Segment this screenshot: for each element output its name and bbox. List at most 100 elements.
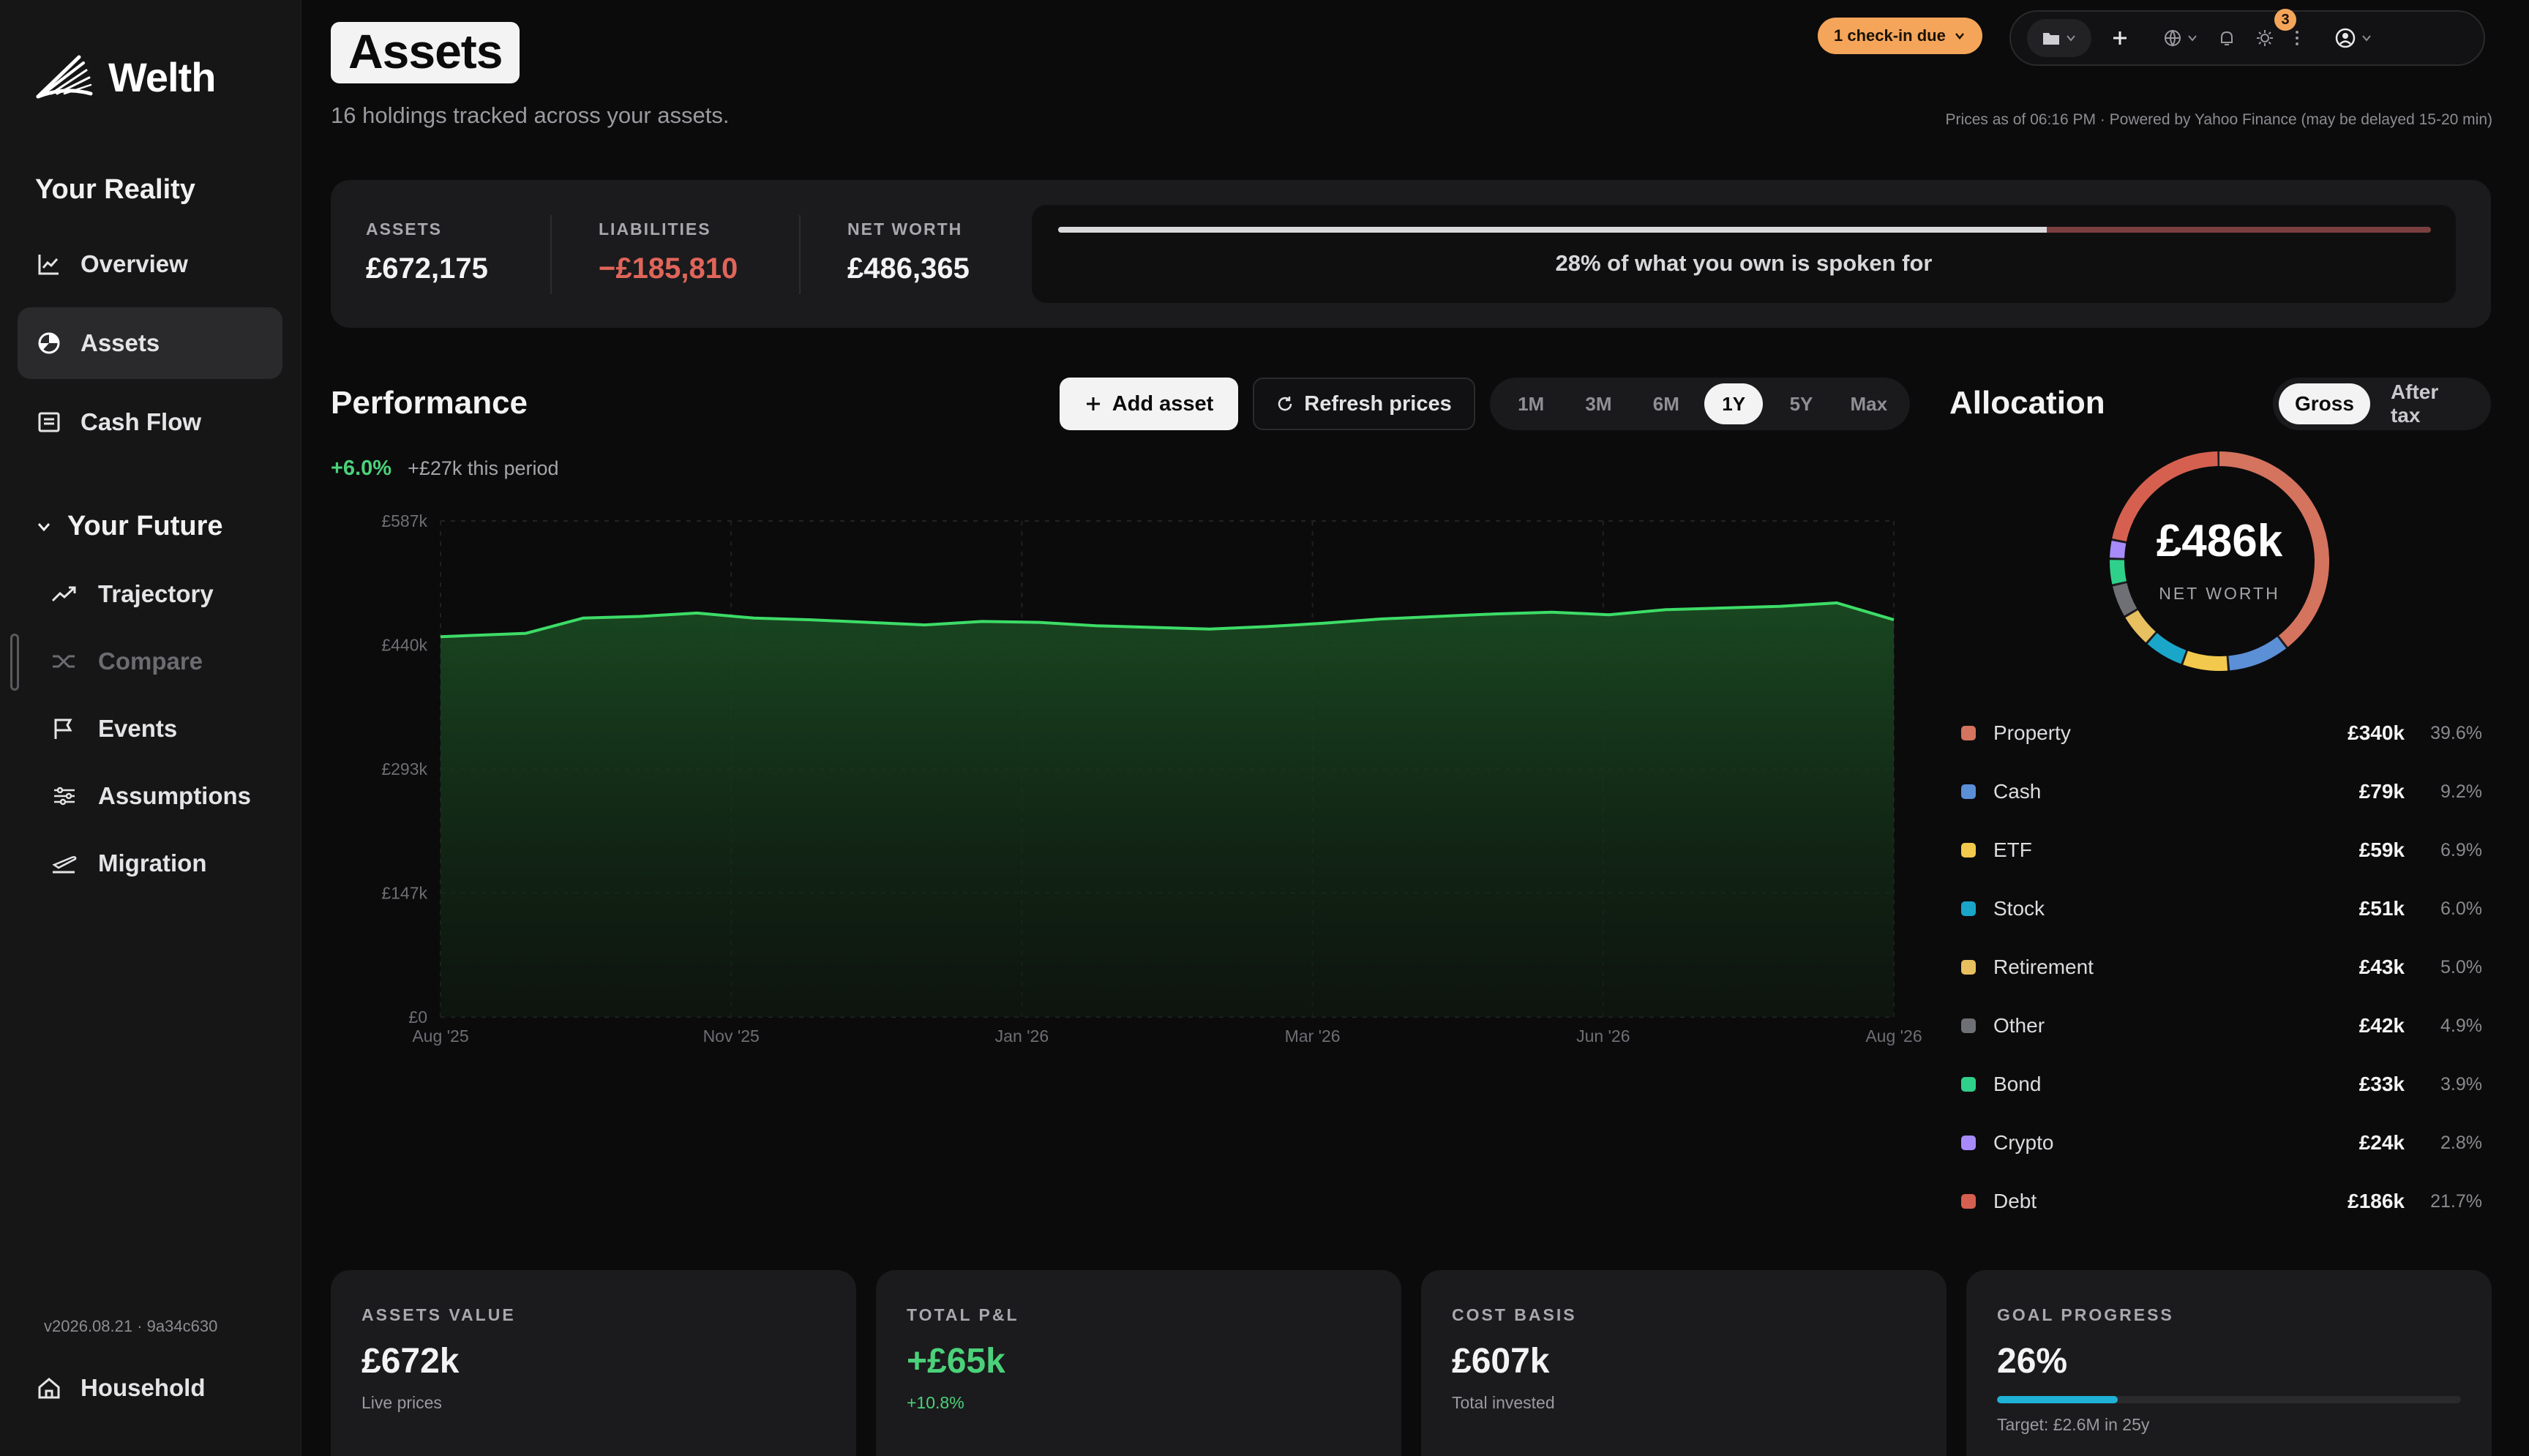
sidebar-item-overview[interactable]: Overview xyxy=(18,228,282,300)
legend-row-property[interactable]: Property £340k 39.6% xyxy=(1961,704,2482,762)
card-cost-basis: COST BASIS £607k Total invested xyxy=(1421,1270,1947,1456)
legend-percent: 21.7% xyxy=(2430,1190,2482,1212)
card-value: +£65k xyxy=(907,1342,1005,1381)
card-label: GOAL PROGRESS xyxy=(1997,1305,2174,1324)
folder-icon xyxy=(2043,33,2059,45)
checkin-due-button[interactable]: 1 check-in due xyxy=(1818,18,1982,54)
section-toggle-your-future[interactable]: Your Future xyxy=(35,511,223,542)
sidebar-item-household[interactable]: Household xyxy=(18,1352,282,1424)
toggle-gross[interactable]: Gross xyxy=(2279,383,2370,424)
spoken-for-text: 28% of what you own is spoken for xyxy=(1555,250,1933,276)
legend-percent: 5.0% xyxy=(2440,956,2482,977)
legend-name: Cash xyxy=(1993,780,2042,803)
legend-value: £59k xyxy=(2358,838,2405,861)
sidebar-item-label: Compare xyxy=(98,648,203,675)
top-toolbar xyxy=(2009,10,2485,66)
legend-row-retirement[interactable]: Retirement £43k 5.0% xyxy=(1961,938,2482,997)
notifications-button[interactable] xyxy=(2217,19,2236,57)
sidebar-item-assumptions[interactable]: Assumptions xyxy=(44,767,278,825)
card-label: ASSETS VALUE xyxy=(361,1305,516,1324)
chevron-down-icon xyxy=(2188,35,2197,42)
legend-row-etf[interactable]: ETF £59k 6.9% xyxy=(1961,821,2482,879)
add-asset-button[interactable]: Add asset xyxy=(1060,378,1238,430)
range-max[interactable]: Max xyxy=(1840,383,1898,424)
chevron-down-icon xyxy=(37,522,50,531)
spoken-for-bar-fill xyxy=(1058,227,2047,233)
x-tick-label: Nov '25 xyxy=(703,1027,760,1046)
legend-value: £186k xyxy=(2348,1190,2405,1212)
legend-swatch xyxy=(1961,726,1976,740)
performance-title: Performance xyxy=(331,385,528,421)
sidebar-item-trajectory[interactable]: Trajectory xyxy=(44,565,278,623)
plane-takeoff-icon xyxy=(52,856,77,874)
y-tick-label: £293k xyxy=(381,759,427,778)
legend-row-stock[interactable]: Stock £51k 6.0% xyxy=(1961,879,2482,938)
legend-swatch xyxy=(1961,1194,1976,1209)
add-asset-label: Add asset xyxy=(1112,391,1214,416)
card-value: £607k xyxy=(1452,1342,1550,1381)
legend-percent: 4.9% xyxy=(2440,1015,2482,1036)
range-3m[interactable]: 3M xyxy=(1569,383,1627,424)
legend-row-bond[interactable]: Bond £33k 3.9% xyxy=(1961,1055,2482,1114)
language-menu-button[interactable] xyxy=(2163,19,2198,57)
wing-logo-icon xyxy=(36,55,93,99)
chevron-down-icon xyxy=(2067,35,2075,42)
more-vertical-icon xyxy=(2296,31,2298,45)
summary-panel: ASSETS £672,175 LIABILITIES −£185,810 NE… xyxy=(331,180,2491,328)
checkin-label: 1 check-in due xyxy=(1834,26,1946,45)
sidebar-item-label: Cash Flow xyxy=(80,408,202,435)
card-subtext: Live prices xyxy=(361,1393,442,1412)
sidebar-item-label: Household xyxy=(80,1374,206,1401)
sidebar-item-cash-flow[interactable]: Cash Flow xyxy=(18,386,282,458)
theme-toggle-button[interactable] xyxy=(2255,19,2274,57)
card-assets-value: ASSETS VALUE £672k Live prices xyxy=(331,1270,856,1456)
card-value: £672k xyxy=(361,1342,460,1381)
range-1y[interactable]: 1Y xyxy=(1704,383,1764,424)
legend-row-other[interactable]: Other £42k 4.9% xyxy=(1961,997,2482,1055)
legend-value: £33k xyxy=(2358,1073,2405,1095)
sliders-icon xyxy=(54,787,75,806)
legend-row-cash[interactable]: Cash £79k 9.2% xyxy=(1961,762,2482,821)
range-6m[interactable]: 6M xyxy=(1637,383,1696,424)
refresh-prices-label: Refresh prices xyxy=(1304,391,1452,416)
assets-summary: ASSETS £672,175 xyxy=(366,219,488,285)
allocation-toggle: Gross After tax xyxy=(2273,378,2491,430)
chevron-down-icon xyxy=(1955,33,1964,40)
brand-logo[interactable]: Welth xyxy=(35,51,216,102)
range-1m[interactable]: 1M xyxy=(1502,383,1560,424)
liabilities-summary: LIABILITIES −£185,810 xyxy=(599,219,738,285)
legend-swatch xyxy=(1961,1077,1976,1092)
page-title: Assets xyxy=(331,22,520,83)
account-menu-button[interactable] xyxy=(2334,19,2372,57)
page-subtitle: 16 holdings tracked across your assets. xyxy=(331,102,730,128)
card-subtext: +10.8% xyxy=(907,1393,964,1412)
change-percent: +6.0% xyxy=(331,457,392,480)
scroll-indicator[interactable] xyxy=(10,634,19,691)
range-5y[interactable]: 5Y xyxy=(1772,383,1830,424)
legend-percent: 9.2% xyxy=(2440,781,2482,802)
refresh-prices-button[interactable]: Refresh prices xyxy=(1253,378,1475,430)
sidebar-item-assets[interactable]: Assets xyxy=(18,307,282,379)
legend-row-crypto[interactable]: Crypto £24k 2.8% xyxy=(1961,1114,2482,1172)
legend-name: Stock xyxy=(1993,897,2045,920)
liabilities-label: LIABILITIES xyxy=(599,219,711,239)
card-subtext: Total invested xyxy=(1452,1393,1555,1412)
folder-menu-button[interactable] xyxy=(2027,19,2091,57)
legend-percent: 3.9% xyxy=(2440,1073,2482,1095)
globe-icon xyxy=(2165,30,2181,47)
donut-center-value: £486k xyxy=(2156,516,2283,566)
legend-percent: 2.8% xyxy=(2440,1132,2482,1153)
flag-icon xyxy=(54,718,72,739)
card-goal-progress: GOAL PROGRESS 26% Target: £2.6M in 25y xyxy=(1966,1270,2492,1456)
legend-name: Property xyxy=(1993,721,2071,744)
sidebar-item-compare[interactable]: Compare xyxy=(44,632,278,691)
sidebar-item-migration[interactable]: Migration xyxy=(44,834,278,893)
section-heading-your-reality: Your Reality xyxy=(35,174,195,205)
toggle-after-tax[interactable]: After tax xyxy=(2375,380,2485,427)
divider xyxy=(550,215,552,294)
sidebar-item-events[interactable]: Events xyxy=(44,699,278,758)
legend-row-debt[interactable]: Debt £186k 21.7% xyxy=(1961,1172,2482,1231)
add-button[interactable] xyxy=(2110,19,2129,57)
legend-percent: 6.0% xyxy=(2440,898,2482,919)
sidebar-item-label: Assumptions xyxy=(98,782,252,809)
